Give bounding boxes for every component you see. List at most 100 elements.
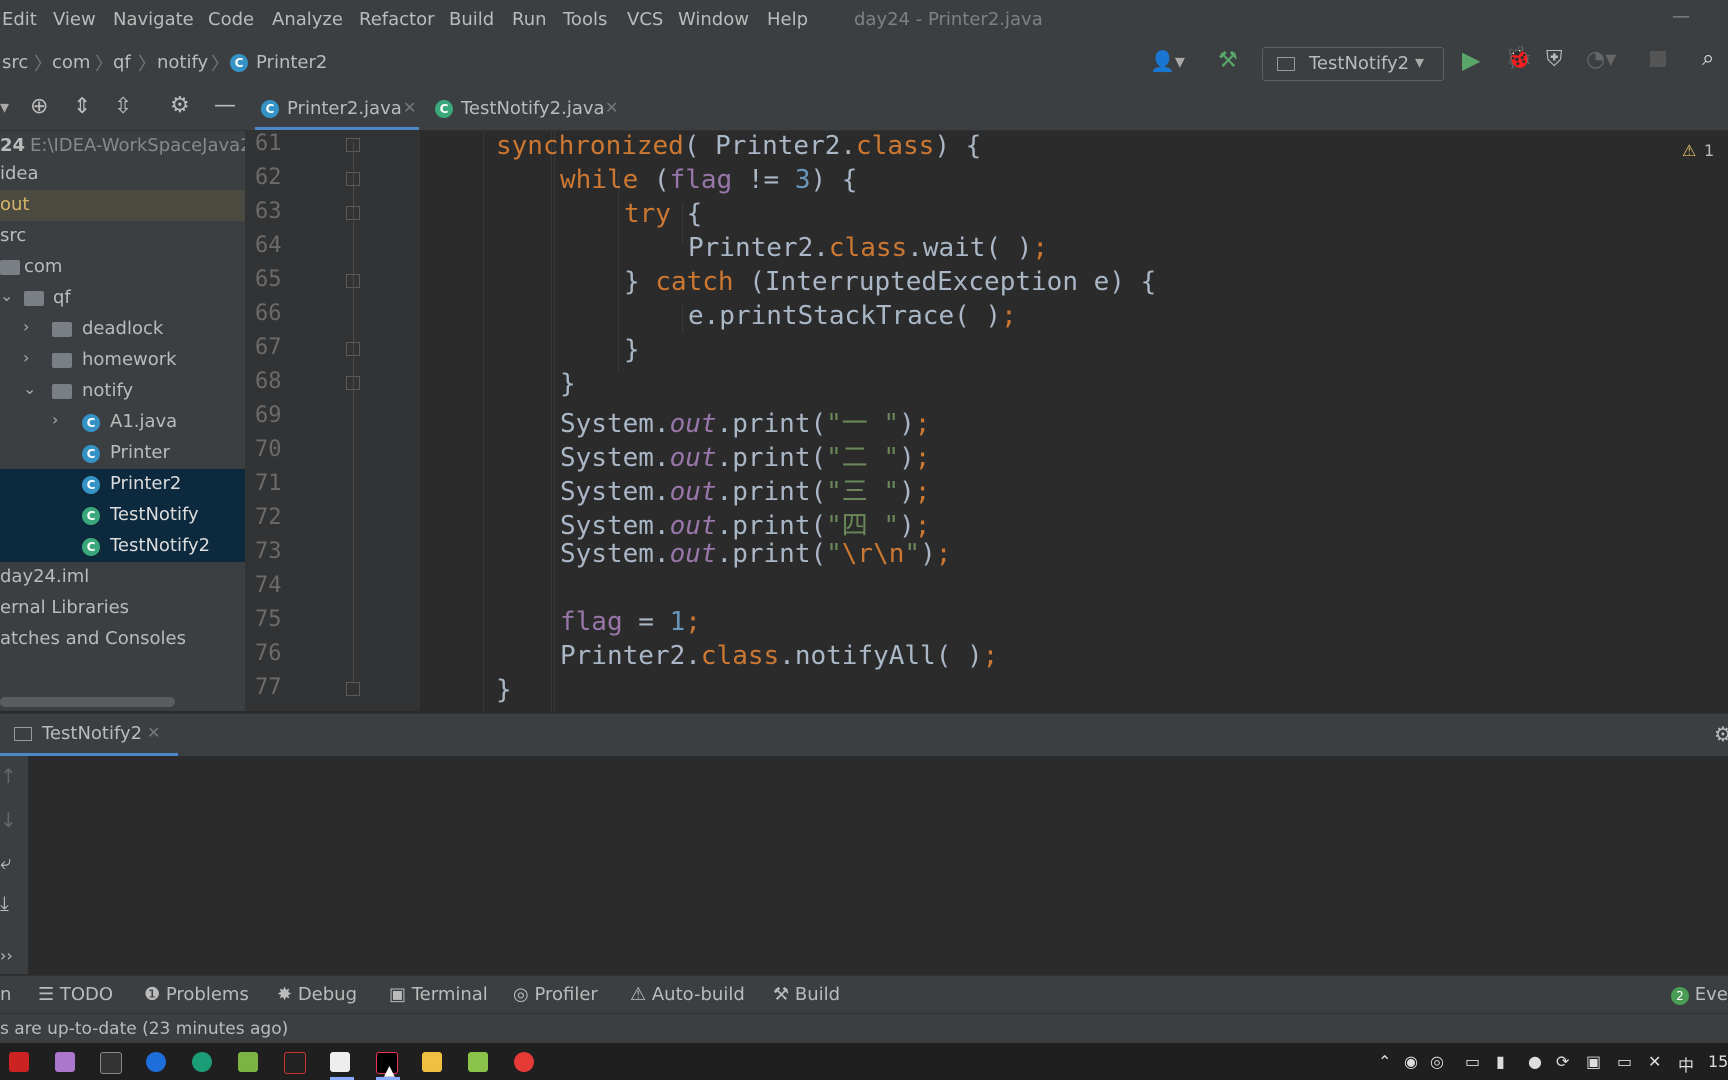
arrow-up-icon[interactable]: ↑: [0, 764, 17, 788]
hammer-icon[interactable]: ⚒: [1218, 48, 1238, 73]
menu-build[interactable]: Build: [449, 9, 494, 30]
battery-icon[interactable]: ▭: [1465, 1052, 1480, 1071]
run-configuration-selector[interactable]: TestNotify2 ▾: [1262, 47, 1444, 81]
fold-marker-icon[interactable]: [346, 274, 360, 288]
tree-item-day24-iml[interactable]: day24.iml: [0, 562, 245, 593]
tray-icon[interactable]: ▮: [1496, 1052, 1505, 1071]
app-icon[interactable]: [55, 1052, 75, 1072]
tool-event-log[interactable]: 2 Ever: [1671, 984, 1728, 1005]
tray-icon[interactable]: ▣: [1586, 1052, 1601, 1071]
arrow-down-icon[interactable]: ↓: [0, 808, 17, 832]
menu-tools[interactable]: Tools: [563, 9, 607, 30]
tree-item-idea[interactable]: idea: [0, 159, 245, 190]
tool-todo[interactable]: ☰ TODO: [38, 984, 113, 1005]
coverage-icon[interactable]: ⛨: [1546, 47, 1563, 72]
tab-printer2-java[interactable]: C Printer2.java ✕: [255, 88, 419, 130]
run-console-output[interactable]: [28, 756, 1728, 974]
menu-analyze[interactable]: Analyze: [272, 9, 343, 30]
record-icon[interactable]: [514, 1052, 534, 1072]
collapse-all-icon[interactable]: ⇳: [114, 94, 132, 119]
breadcrumb-com[interactable]: com: [52, 52, 90, 73]
menu-window[interactable]: Window: [678, 9, 749, 30]
tree-item-deadlock[interactable]: › deadlock: [0, 314, 245, 345]
tree-item-com[interactable]: com: [0, 252, 245, 283]
fold-marker-icon[interactable]: [346, 138, 360, 152]
scroll-to-end-icon[interactable]: ⤓: [0, 891, 9, 915]
expand-all-icon[interactable]: ⇕: [73, 94, 91, 119]
fold-marker-icon[interactable]: [346, 172, 360, 186]
tree-item-src[interactable]: src: [0, 221, 245, 252]
breadcrumb-qf[interactable]: qf: [113, 52, 131, 73]
breadcrumb-src[interactable]: src: [2, 52, 28, 73]
tab-testnotify2-java[interactable]: C TestNotify2.java ✕: [429, 88, 619, 130]
tool-build[interactable]: ⚒ Build: [773, 984, 840, 1005]
run-icon[interactable]: ▶: [1462, 46, 1480, 74]
close-icon[interactable]: ✕: [403, 98, 416, 117]
typora-icon[interactable]: [330, 1052, 350, 1072]
hide-icon[interactable]: —: [214, 93, 236, 118]
tool-problems[interactable]: ❶ Problems: [144, 984, 249, 1005]
tool-auto-build[interactable]: ⚠ Auto-build: [630, 984, 745, 1005]
fold-marker-icon[interactable]: [346, 376, 360, 390]
tool-terminal[interactable]: ▣ Terminal: [389, 984, 488, 1005]
chevron-down-icon[interactable]: ⌄: [0, 286, 13, 305]
browser-icon[interactable]: [192, 1052, 212, 1072]
tree-item-testnotify[interactable]: C TestNotify: [0, 500, 245, 531]
fold-marker-icon[interactable]: [346, 206, 360, 220]
user-icon[interactable]: 👤▾: [1150, 49, 1185, 73]
tray-icon[interactable]: ◉: [1404, 1052, 1418, 1071]
app-icon[interactable]: [238, 1052, 258, 1072]
breadcrumb-notify[interactable]: notify: [157, 52, 208, 73]
menu-view[interactable]: View: [53, 9, 96, 30]
status-message[interactable]: s are up-to-date (23 minutes ago): [0, 1019, 288, 1039]
volume-muted-icon[interactable]: ✕: [1648, 1052, 1661, 1071]
terminal-app-icon[interactable]: [100, 1052, 122, 1074]
profile-icon[interactable]: ◔▾: [1586, 47, 1616, 72]
tree-item-printer[interactable]: C Printer: [0, 438, 245, 469]
close-icon[interactable]: ✕: [605, 98, 618, 117]
menu-run[interactable]: Run: [512, 9, 547, 30]
chevron-up-icon[interactable]: ⌃: [1378, 1052, 1391, 1071]
edge-icon[interactable]: [146, 1052, 166, 1072]
chevron-right-icon[interactable]: ›: [52, 410, 58, 429]
breadcrumb-printer2[interactable]: Printer2: [256, 52, 327, 73]
chevron-right-icon[interactable]: ›: [23, 348, 29, 367]
app-icon[interactable]: [468, 1052, 488, 1072]
tray-icon[interactable]: ⟳: [1556, 1052, 1569, 1071]
close-icon[interactable]: ✕: [147, 723, 160, 742]
tree-item-qf[interactable]: ⌄ qf: [0, 283, 245, 314]
tab-run-testnotify2[interactable]: TestNotify2 ✕: [0, 714, 178, 756]
tray-icon[interactable]: ◎: [1430, 1052, 1444, 1071]
menu-code[interactable]: Code: [208, 9, 254, 30]
input-method-indicator[interactable]: 中: [1678, 1052, 1694, 1076]
warning-count[interactable]: 1: [1704, 141, 1714, 160]
menu-vcs[interactable]: VCS: [627, 9, 663, 30]
app-icon[interactable]: [9, 1052, 29, 1072]
menu-refactor[interactable]: Refactor: [359, 9, 435, 30]
gear-icon[interactable]: ⚙: [1714, 722, 1728, 746]
tree-item-printer2[interactable]: C Printer2: [0, 469, 245, 500]
search-icon[interactable]: ⌕: [1702, 46, 1714, 71]
minimize-icon[interactable]: —: [1672, 6, 1690, 27]
chevron-down-icon[interactable]: ⌄: [23, 379, 36, 398]
tree-item-external-libraries[interactable]: ernal Libraries: [0, 593, 245, 624]
debug-icon[interactable]: 🐞: [1505, 46, 1532, 71]
tree-root[interactable]: 24 E:\IDEA-WorkSpaceJava2: [0, 131, 252, 162]
tool-profiler[interactable]: ◎ Profiler: [513, 984, 598, 1005]
menu-navigate[interactable]: Navigate: [113, 9, 194, 30]
dropdown-arrow-icon[interactable]: ▾: [0, 97, 9, 118]
network-icon[interactable]: ▭: [1617, 1052, 1632, 1071]
chevron-right-icon[interactable]: ›: [23, 317, 29, 336]
more-icon[interactable]: ››: [0, 946, 13, 965]
stop-icon[interactable]: [1650, 51, 1666, 67]
menu-help[interactable]: Help: [767, 9, 808, 30]
tool-debug[interactable]: ✸ Debug: [277, 984, 357, 1005]
tree-item-testnotify2[interactable]: C TestNotify2: [0, 531, 245, 562]
clock[interactable]: 15: [1708, 1052, 1728, 1071]
tool-run[interactable]: n: [0, 984, 11, 1005]
tree-item-out[interactable]: out: [0, 190, 245, 221]
menu-edit[interactable]: Edit: [2, 9, 37, 30]
locate-icon[interactable]: ⊕: [30, 94, 48, 119]
warning-icon[interactable]: ⚠: [1682, 141, 1696, 160]
fold-marker-icon[interactable]: [346, 682, 360, 696]
